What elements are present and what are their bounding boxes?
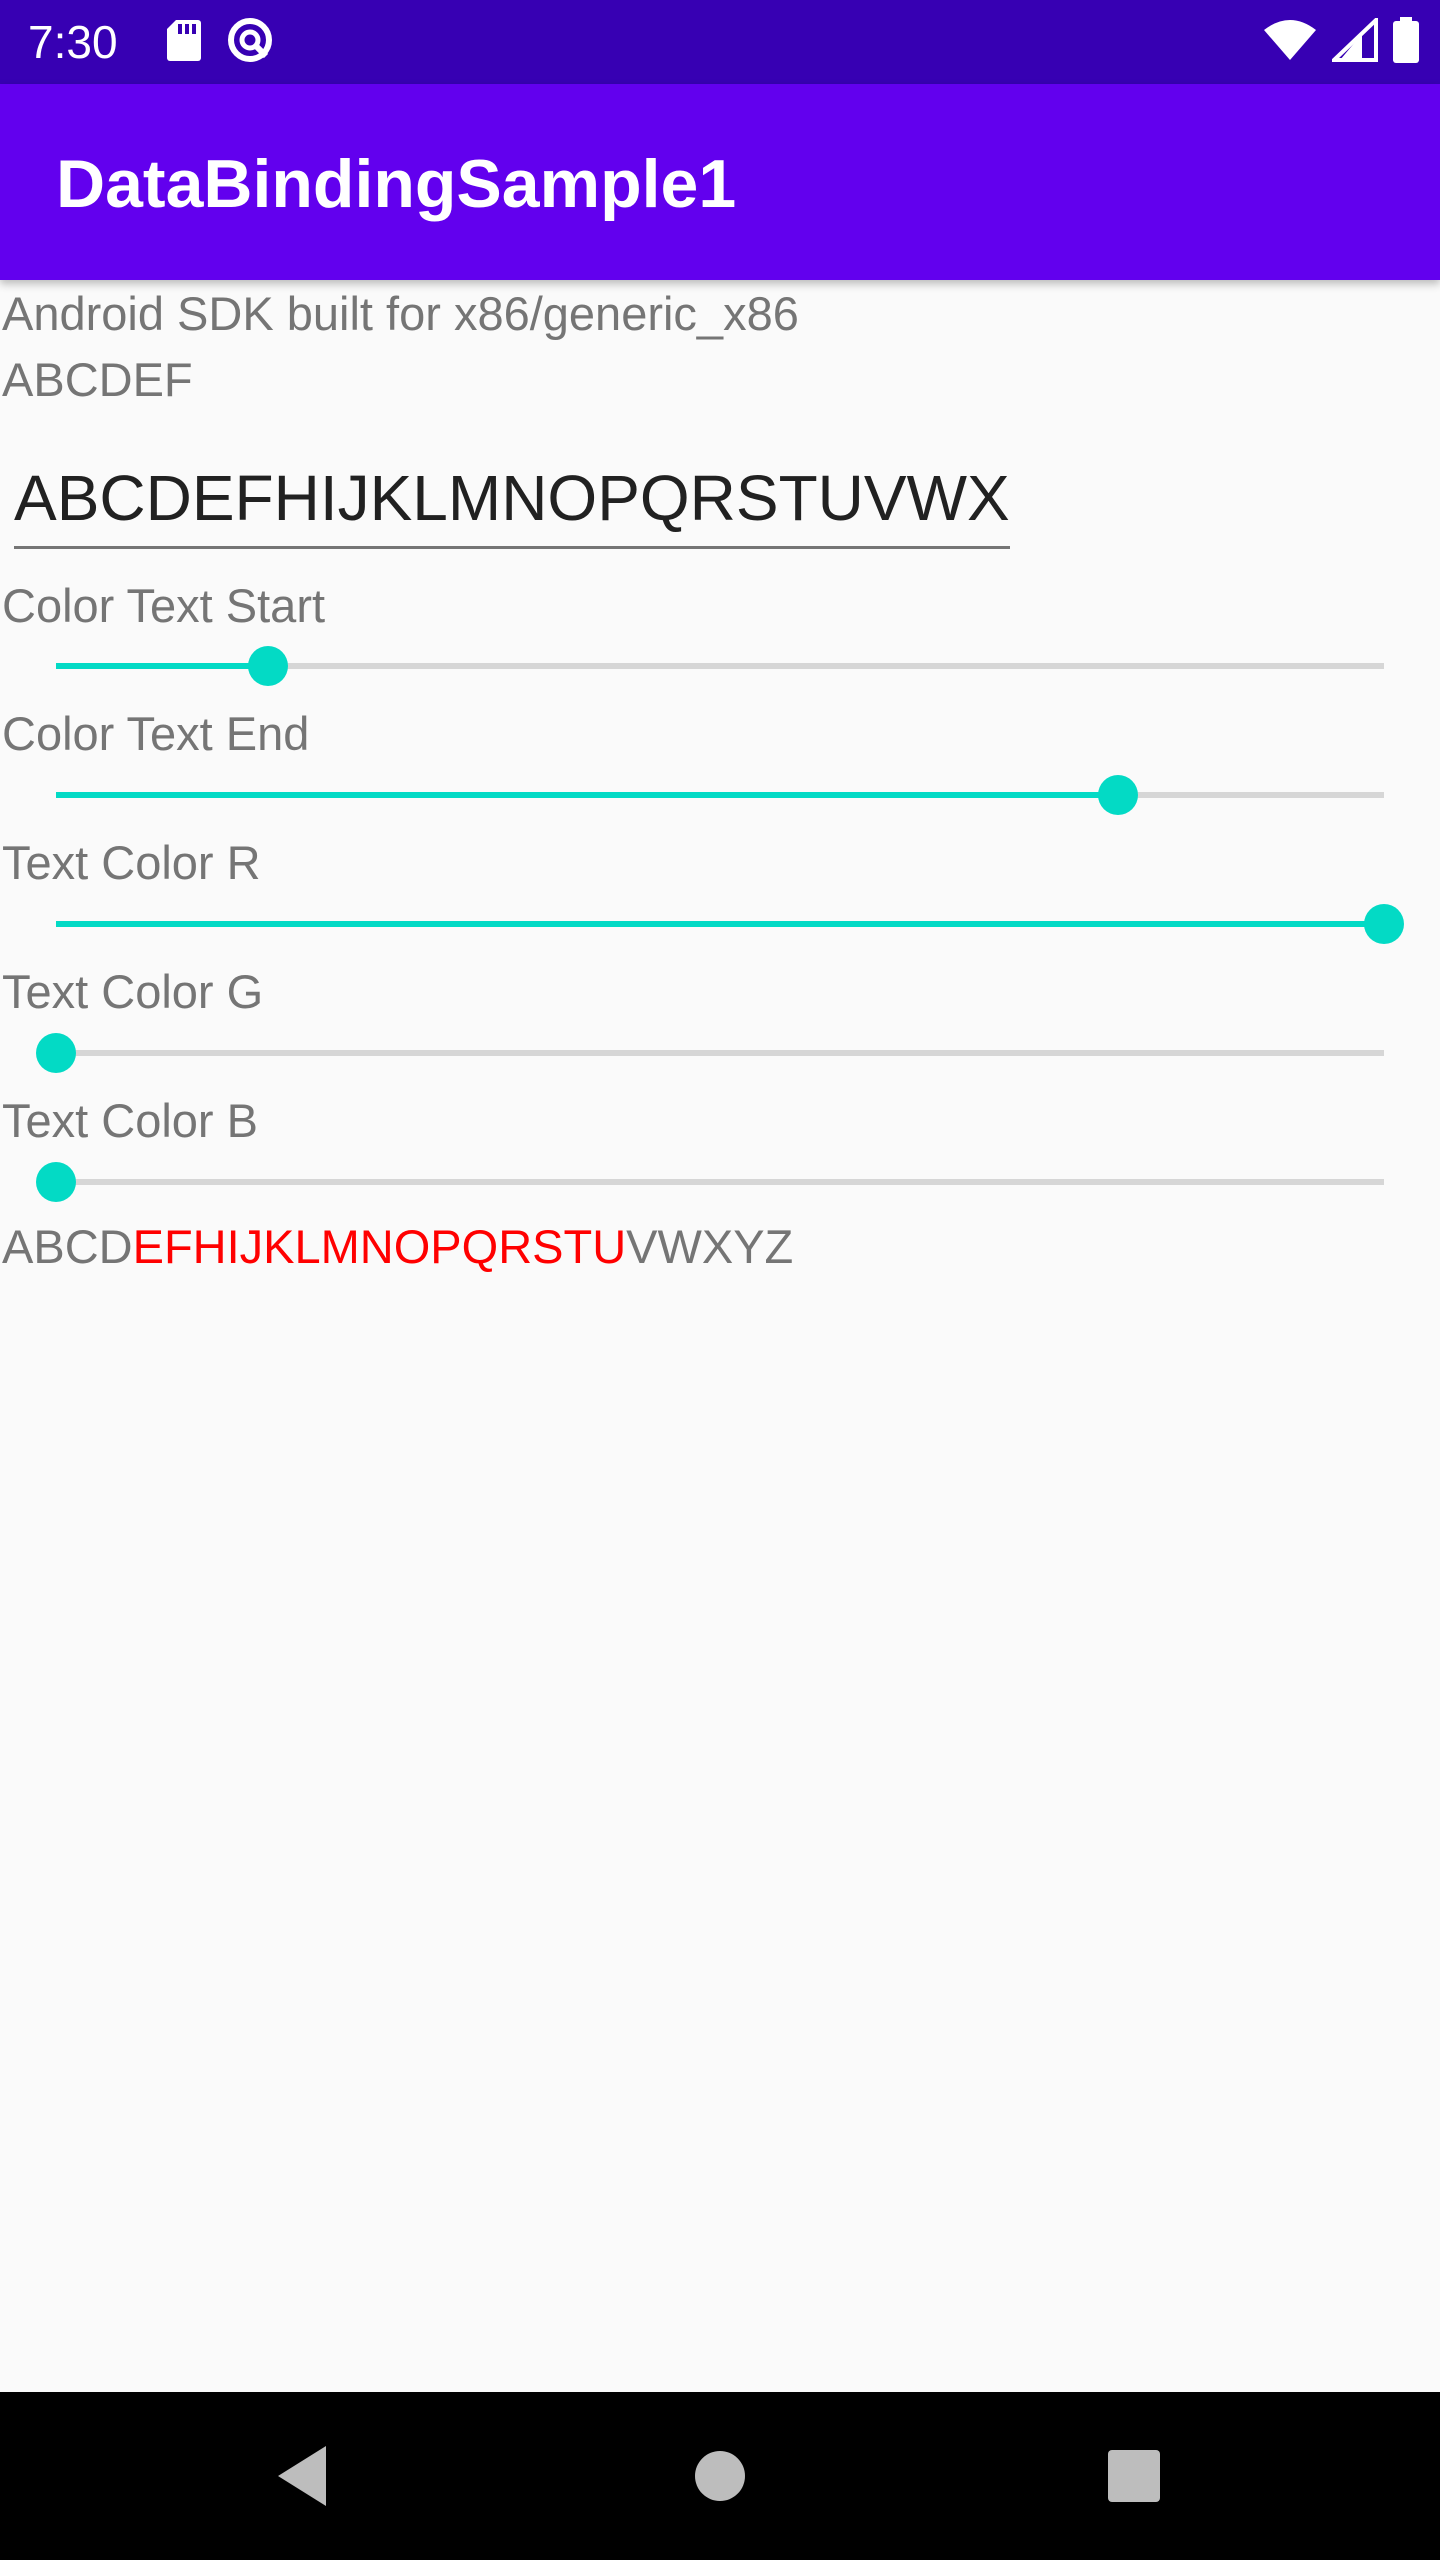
seekbar-track [56, 1050, 1384, 1056]
battery-icon [1392, 16, 1420, 68]
short-text: ABCDEF [2, 353, 193, 406]
result-text-after: VWXYZ [626, 1220, 794, 1273]
seekbar-thumb[interactable] [36, 1033, 76, 1073]
nav-recents-button[interactable] [1050, 2392, 1218, 2560]
seekbar-color-text-end[interactable] [56, 775, 1384, 815]
status-left-icons [166, 16, 274, 69]
back-triangle-icon [278, 2446, 326, 2506]
result-text-before: ABCD [2, 1220, 133, 1273]
seekbar-thumb[interactable] [1098, 775, 1139, 815]
seekbar-thumb[interactable] [36, 1162, 76, 1202]
app-bar: DataBindingSample1 [0, 84, 1440, 280]
recents-square-icon [1108, 2450, 1160, 2502]
nav-home-button[interactable] [636, 2392, 804, 2560]
seekbar-progress [56, 792, 1119, 798]
navigation-bar [0, 2392, 1440, 2560]
nav-back-button[interactable] [218, 2392, 386, 2560]
slider-label-text-color-b: Text Color B [2, 1094, 258, 1147]
home-circle-icon [695, 2451, 745, 2501]
result-text-highlight: EFHIJKLMNOPQRSTU [132, 1220, 627, 1273]
seekbar-progress [56, 921, 1384, 927]
seekbar-text-color-g[interactable] [36, 1033, 1384, 1073]
app-title: DataBindingSample1 [56, 146, 737, 222]
seekbar-track [56, 1179, 1384, 1185]
sd-card-icon [166, 18, 202, 67]
wifi-icon [1262, 18, 1318, 67]
seekbar-progress [56, 663, 269, 669]
slider-label-color-text-start: Color Text Start [2, 579, 326, 632]
signal-icon [1329, 14, 1378, 67]
colored-result-text: ABCDEFHIJKLMNOPQRSTUVWXYZ [2, 1215, 793, 1279]
seekbar-text-color-r[interactable] [56, 904, 1404, 944]
slider-label-color-text-end: Color Text End [2, 707, 310, 760]
seekbar-thumb[interactable] [1364, 904, 1404, 944]
data-saver-icon [226, 16, 274, 69]
status-right-icons [1262, 14, 1420, 68]
seekbar-color-text-start[interactable] [56, 646, 1384, 686]
status-bar: 7:30 [0, 0, 1440, 84]
device-text: Android SDK built for x86/generic_x86 [2, 287, 799, 340]
status-time: 7:30 [28, 16, 118, 68]
text-edit-field[interactable]: ABCDEFHIJKLMNOPQRSTUVWXYZ [14, 450, 1010, 549]
seekbar-text-color-b[interactable] [36, 1162, 1384, 1202]
seekbar-thumb[interactable] [248, 646, 289, 686]
slider-label-text-color-g: Text Color G [2, 965, 264, 1018]
slider-label-text-color-r: Text Color R [2, 836, 261, 889]
